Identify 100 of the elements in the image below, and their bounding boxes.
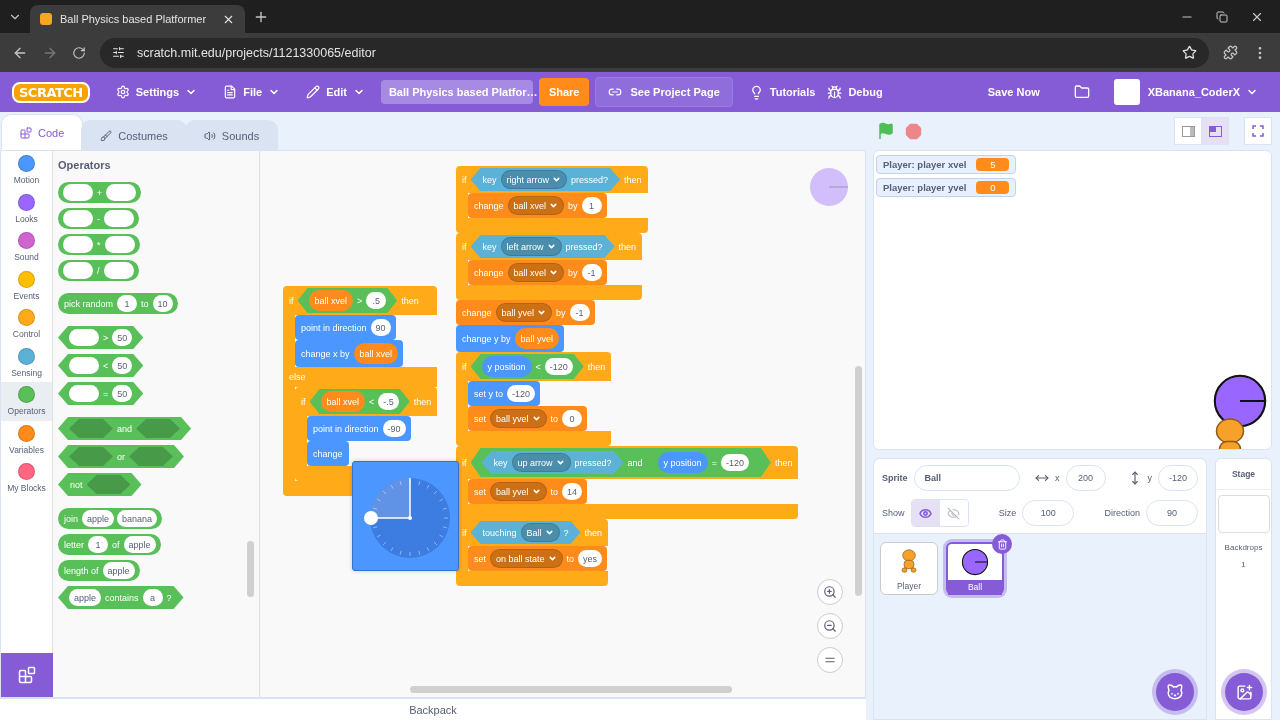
value-input[interactable] bbox=[63, 236, 93, 253]
value-input[interactable]: -120 bbox=[507, 385, 536, 402]
if-block[interactable]: if touching Ball ? then set on ball state to yes bbox=[456, 519, 609, 586]
if-block[interactable]: if key up arrow pressed? and y position = -120 then set ball yvel to 14 bbox=[456, 446, 799, 519]
value-input[interactable] bbox=[69, 385, 99, 402]
dropdown-field[interactable]: Ball bbox=[520, 523, 560, 542]
value-input[interactable] bbox=[104, 236, 135, 253]
value-input[interactable]: -1 bbox=[569, 304, 590, 321]
if-block[interactable]: if key right arrow pressed? then change ball xvel by 1 bbox=[456, 166, 648, 233]
boolean-slot[interactable] bbox=[69, 419, 113, 438]
address-bar[interactable]: scratch.mit.edu/projects/1121330065/editor bbox=[100, 37, 1209, 68]
value-input[interactable]: 1 bbox=[581, 197, 602, 214]
editor-tab[interactable]: Sounds bbox=[184, 120, 279, 150]
value-input[interactable]: 50 bbox=[112, 385, 133, 402]
scrollbar[interactable] bbox=[247, 541, 254, 597]
category-item[interactable]: Events bbox=[1, 266, 52, 305]
editor-tab[interactable]: Costumes bbox=[81, 120, 187, 150]
value-input[interactable]: .5 bbox=[366, 292, 387, 309]
value-input[interactable]: 14 bbox=[562, 483, 583, 500]
value-input[interactable]: -90 bbox=[382, 420, 406, 437]
boolean-block[interactable]: apple contains a ? bbox=[58, 586, 184, 609]
category-item[interactable]: Looks bbox=[1, 189, 52, 228]
sprite-thumbnail[interactable]: Player bbox=[880, 542, 938, 595]
value-input[interactable]: apple bbox=[102, 562, 135, 579]
boolean-block[interactable]: ball xvel > .5 bbox=[297, 288, 398, 313]
command-block[interactable]: point in direction 90 bbox=[295, 315, 396, 340]
category-item[interactable]: Sound bbox=[1, 228, 52, 267]
boolean-block[interactable]: y position < -120 bbox=[470, 354, 584, 379]
boolean-block[interactable]: > 50 bbox=[58, 326, 144, 349]
boolean-block[interactable]: key left arrow pressed? bbox=[470, 235, 615, 258]
value-input[interactable]: 1 bbox=[117, 295, 138, 312]
boolean-slot[interactable] bbox=[129, 447, 173, 466]
reporter-block[interactable]: length of apple bbox=[58, 560, 140, 581]
restore-icon[interactable] bbox=[1216, 10, 1228, 23]
zoom-in-button[interactable] bbox=[817, 579, 843, 605]
category-item[interactable]: Variables bbox=[1, 420, 52, 459]
value-input[interactable]: apple bbox=[69, 589, 102, 606]
add-extension-button[interactable] bbox=[1, 653, 53, 697]
command-block[interactable]: change ball xvel by -1 bbox=[468, 260, 607, 285]
sprite-thumbnail[interactable]: Ball bbox=[946, 542, 1004, 595]
value-input[interactable]: apple bbox=[82, 510, 115, 527]
folder-icon[interactable] bbox=[1073, 84, 1090, 100]
dropdown-field[interactable]: ball xvel bbox=[507, 263, 565, 282]
boolean-block[interactable]: = 50 bbox=[58, 382, 144, 405]
boolean-block[interactable]: key up arrow pressed? bbox=[481, 451, 624, 474]
boolean-slot[interactable] bbox=[136, 419, 181, 438]
delete-button[interactable] bbox=[992, 534, 1012, 554]
value-input[interactable] bbox=[63, 210, 93, 227]
menu-item[interactable]: File bbox=[213, 72, 291, 112]
editor-tab[interactable]: Code bbox=[1, 114, 84, 150]
value-input[interactable]: -120 bbox=[544, 358, 573, 375]
menu-item[interactable]: Edit bbox=[296, 72, 375, 112]
value-input[interactable]: banana bbox=[117, 510, 158, 527]
reporter-block[interactable]: join apple banana bbox=[58, 508, 163, 529]
value-input[interactable] bbox=[63, 262, 93, 279]
reporter-block[interactable]: pick random 1 to 10 bbox=[58, 293, 178, 314]
see-project-page-button[interactable]: See Project Page bbox=[595, 77, 733, 107]
dropdown-field[interactable]: ball xvel bbox=[507, 196, 565, 215]
account-menu[interactable]: XBanana_CoderX bbox=[1145, 72, 1268, 112]
if-block[interactable]: if ball xvel > .5 then point in direction 90 change x by ball xvel else if ball xvel < -.5 then point in direction -90 change bbox=[283, 286, 438, 496]
value-input[interactable]: yes bbox=[578, 550, 603, 567]
dropdown-field[interactable]: ball yvel bbox=[490, 482, 547, 501]
value-input[interactable] bbox=[69, 357, 99, 374]
command-block[interactable]: set ball yvel to 0 bbox=[468, 406, 588, 431]
flag-icon[interactable] bbox=[877, 122, 895, 140]
extensions-icon[interactable] bbox=[1223, 45, 1238, 60]
browser-tab[interactable]: Ball Physics based Platformer bbox=[30, 5, 245, 33]
stage-layout-button[interactable] bbox=[1201, 117, 1229, 145]
dropdown-field[interactable]: right arrow bbox=[500, 170, 568, 189]
save-now-button[interactable]: Save Now bbox=[977, 72, 1050, 112]
value-input[interactable] bbox=[106, 184, 137, 201]
dropdown-field[interactable]: up arrow bbox=[511, 453, 571, 472]
dropdown-field[interactable]: left arrow bbox=[500, 237, 562, 256]
value-input[interactable] bbox=[69, 329, 99, 346]
command-block[interactable]: set y to -120 bbox=[468, 381, 541, 406]
boolean-slot[interactable] bbox=[69, 447, 113, 466]
value-input[interactable]: -.5 bbox=[378, 393, 399, 410]
dropdown-field[interactable]: on ball state bbox=[490, 549, 563, 568]
boolean-block[interactable]: touching Ball ? bbox=[470, 521, 581, 544]
reload-icon[interactable] bbox=[72, 45, 86, 60]
menu-item[interactable]: Settings bbox=[105, 72, 208, 112]
if-block[interactable]: if y position < -120 then set y to -120 set ball yvel to 0 bbox=[456, 352, 612, 446]
backdrop-thumbnail[interactable] bbox=[1217, 495, 1270, 533]
site-settings-icon[interactable] bbox=[112, 46, 125, 59]
value-input[interactable] bbox=[103, 262, 134, 279]
avatar[interactable] bbox=[1113, 79, 1140, 105]
reporter-block[interactable]: letter 1 of apple bbox=[58, 534, 161, 555]
command-block[interactable]: point in direction -90 bbox=[307, 416, 411, 441]
direction-dial-popup[interactable] bbox=[352, 461, 459, 571]
add-backdrop-button[interactable] bbox=[1225, 673, 1263, 711]
value-input[interactable]: 10 bbox=[152, 295, 173, 312]
boolean-block[interactable]: key right arrow pressed? bbox=[470, 168, 621, 191]
dropdown-field[interactable]: ball yvel bbox=[495, 303, 553, 322]
category-item[interactable]: Operators bbox=[1, 382, 52, 421]
bookmark-icon[interactable] bbox=[1182, 45, 1197, 60]
stage[interactable]: Player: player xvel 5 Player: player yvel 0 bbox=[873, 150, 1272, 450]
boolean-block[interactable]: key up arrow pressed? and y position = -120 bbox=[470, 448, 771, 477]
stage-layout-button[interactable] bbox=[1174, 117, 1202, 145]
value-input[interactable]: 50 bbox=[112, 357, 133, 374]
value-input[interactable]: -1 bbox=[581, 264, 602, 281]
